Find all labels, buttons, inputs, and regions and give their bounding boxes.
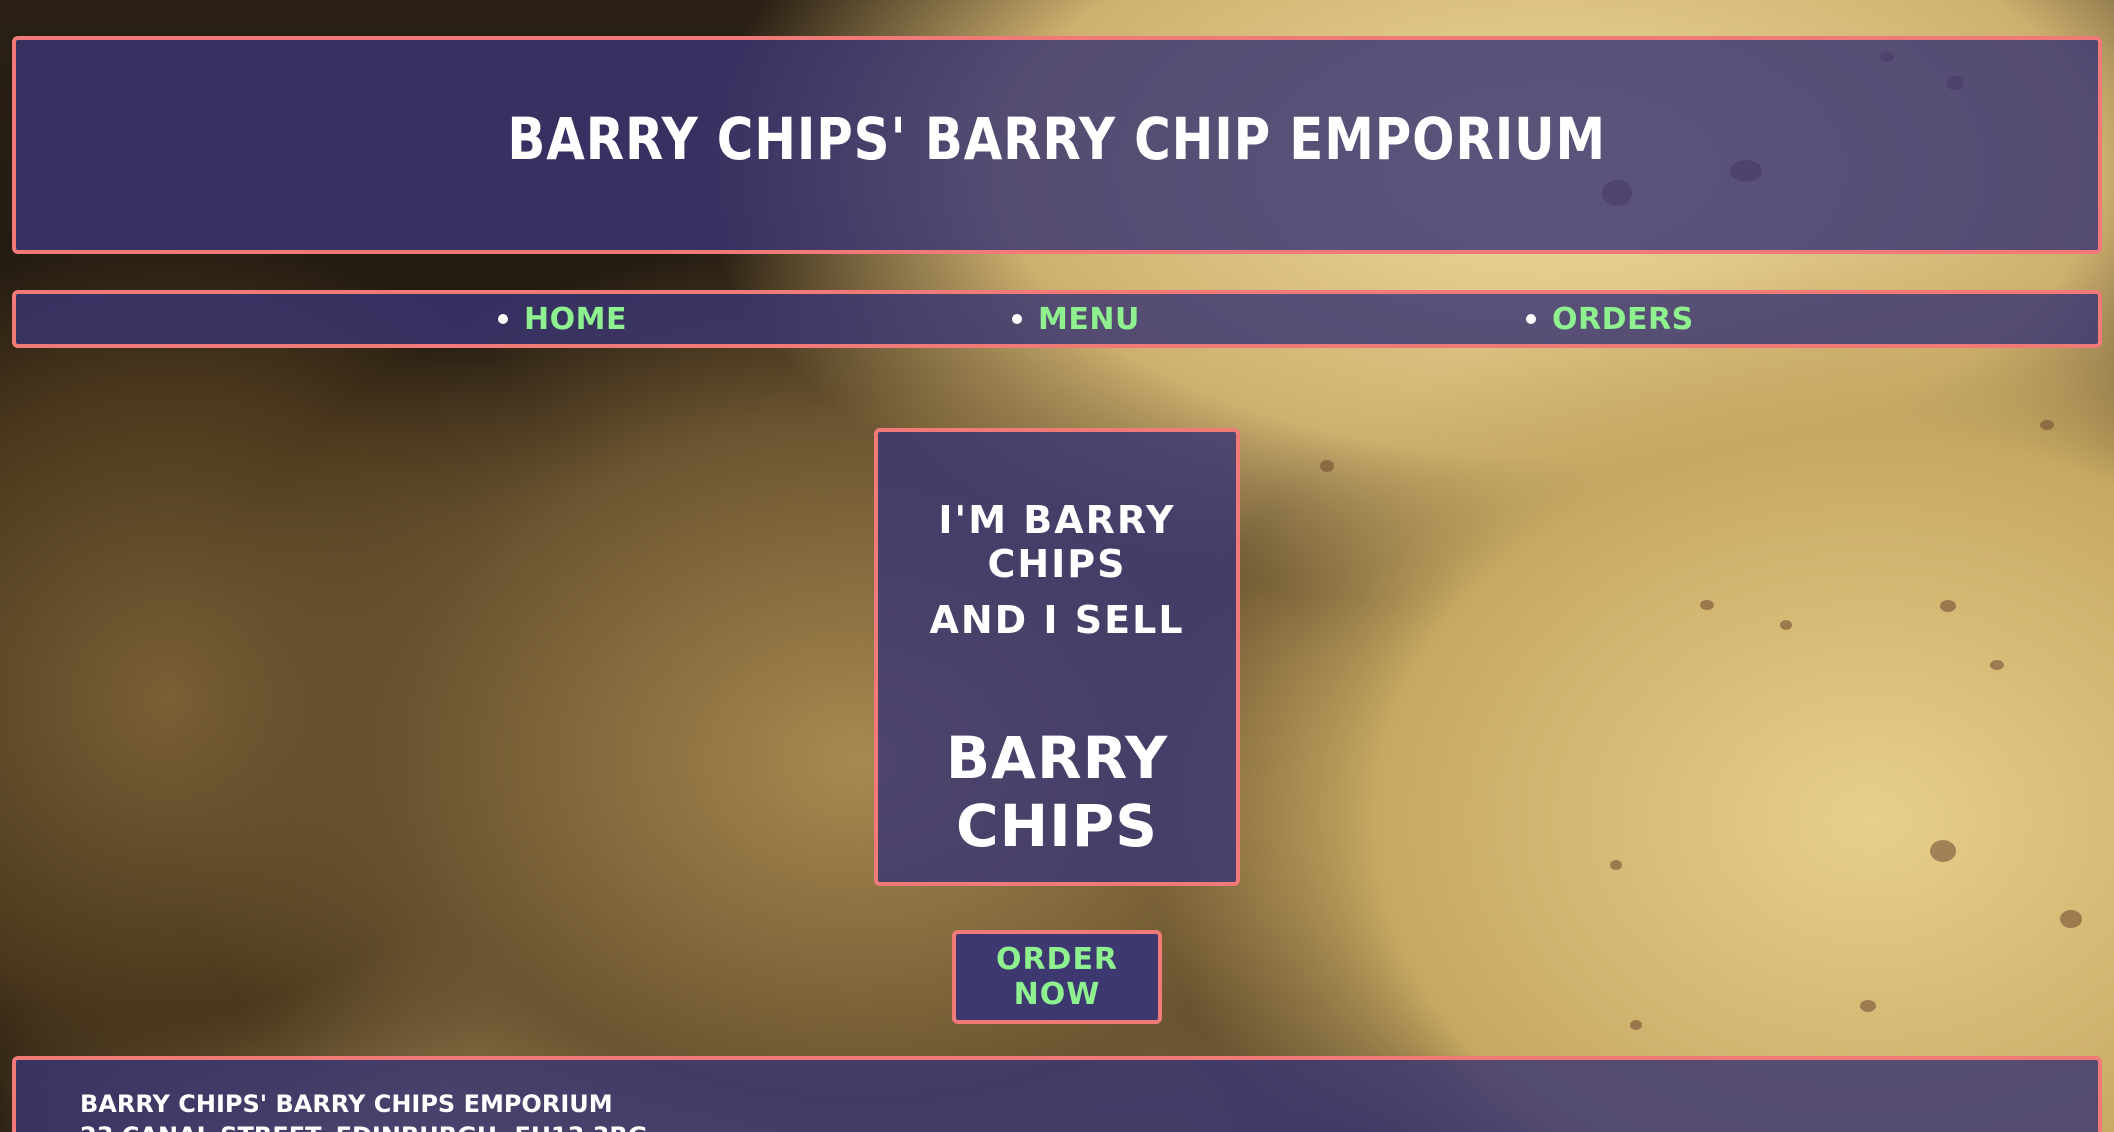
hero-intro-text: I'M BARRY CHIPS (938, 498, 1176, 586)
nav-item-home: HOME (498, 294, 627, 344)
main-nav: HOME MENU ORDERS (12, 290, 2102, 348)
site-title: BARRY CHIPS' BARRY CHIP EMPORIUM (507, 105, 1607, 173)
order-now-button[interactable]: ORDER NOW (952, 930, 1162, 1024)
bullet-icon (498, 314, 508, 324)
site-header: BARRY CHIPS' BARRY CHIP EMPORIUM (12, 36, 2102, 254)
nav-link-orders[interactable]: ORDERS (1552, 302, 1694, 337)
bullet-icon (1526, 314, 1536, 324)
nav-item-menu: MENU (1012, 294, 1140, 344)
nav-link-menu[interactable]: MENU (1038, 302, 1140, 337)
nav-list: HOME MENU ORDERS (16, 294, 2098, 344)
nav-item-orders: ORDERS (1526, 294, 1694, 344)
hero-subtext: AND I SELL (929, 598, 1185, 642)
hero-product-text: BARRY CHIPS (945, 724, 1169, 860)
site-footer: BARRY CHIPS' BARRY CHIPS EMPORIUM 23 CAN… (12, 1056, 2102, 1132)
footer-business-name: BARRY CHIPS' BARRY CHIPS EMPORIUM (80, 1090, 613, 1118)
nav-link-home[interactable]: HOME (524, 302, 627, 337)
hero-card: I'M BARRY CHIPS AND I SELL BARRY CHIPS (874, 428, 1240, 886)
footer-address: 23 CANAL STREET, EDINBURGH, EH13 3RG (80, 1122, 648, 1132)
bullet-icon (1012, 314, 1022, 324)
